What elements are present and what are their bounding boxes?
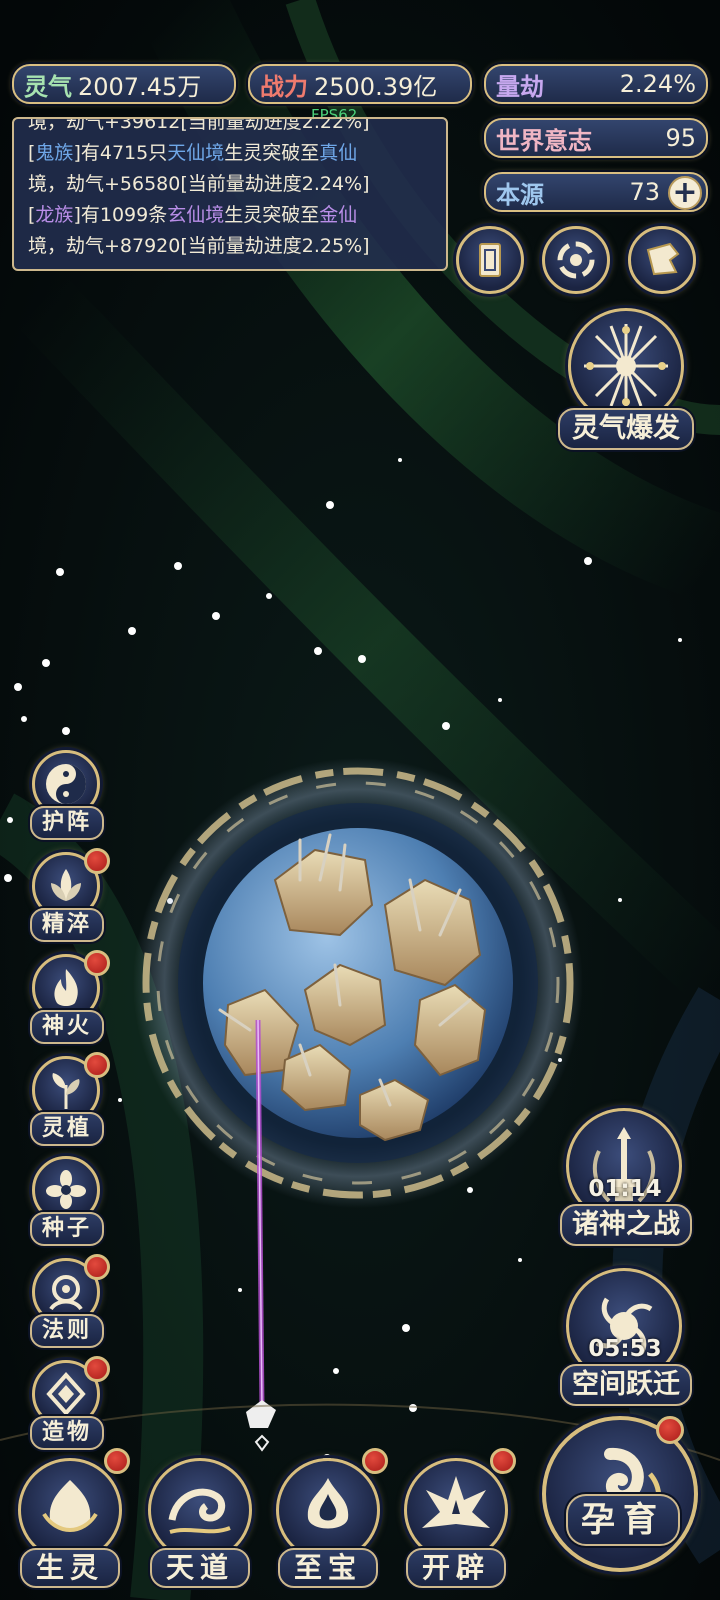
nav-ring [18, 1458, 122, 1562]
menu-law[interactable]: 法则 [26, 1254, 110, 1350]
log-realm: 金仙 [319, 204, 358, 226]
plant-icon [52, 1073, 80, 1109]
menu-spirit-plant[interactable]: 灵植 [26, 1052, 110, 1148]
nav-ring [276, 1458, 380, 1562]
notification-badge [362, 1448, 388, 1474]
flame-icon [54, 969, 78, 1006]
log-text: 境，劫气+87920[当前量劫进度2.25%] [28, 235, 370, 257]
yinyang-icon [46, 764, 86, 804]
starburst-icon [584, 324, 668, 408]
log-text: 生灵突破至 [224, 204, 320, 226]
world-will-label: 世界意志 [496, 126, 592, 155]
log-line: 境，劫气+87920[当前量劫进度2.25%] [28, 231, 436, 262]
vortex-icon [557, 241, 595, 279]
genesis-icon [422, 1476, 490, 1528]
aura-burst-button[interactable] [568, 308, 684, 424]
vortex-button[interactable] [542, 226, 610, 294]
log-text: 境，劫气+39612[当前量劫进度2.22%] [28, 117, 370, 133]
notification-badge [104, 1448, 130, 1474]
war-of-gods-timer: 01:14 [588, 1176, 662, 1202]
log-text: 有4715只 [80, 142, 168, 164]
menu-divine-fire[interactable]: 神火 [26, 950, 110, 1046]
log-realm: 真仙 [319, 142, 358, 164]
log-text: 生灵突破至 [224, 142, 320, 164]
menu-seed[interactable]: 种子 [26, 1156, 108, 1248]
log-bracket-close: ] [73, 142, 81, 164]
card-button[interactable] [456, 226, 524, 294]
war-of-gods-label[interactable]: 诸神之战 [560, 1204, 692, 1246]
nav-ring [148, 1458, 252, 1562]
notification-badge [84, 1052, 110, 1078]
nav-label: 至宝 [278, 1548, 378, 1588]
nav-treasure[interactable]: 至宝 [268, 1440, 388, 1590]
flag-icon [646, 242, 680, 276]
liangjie-label: 量劫 [496, 72, 544, 101]
menu-creation[interactable]: 造物 [26, 1356, 110, 1452]
nav-creatures[interactable]: 生灵 [10, 1440, 130, 1590]
nav-heaven-dao[interactable]: 天道 [140, 1440, 258, 1590]
notification-badge [84, 950, 110, 976]
treasure-icon [307, 1478, 349, 1529]
liangjie-stat: 量劫 2.24% [484, 64, 708, 104]
notification-badge [656, 1416, 684, 1444]
nav-label: 生灵 [20, 1548, 120, 1588]
log-text: 有1099条 [80, 204, 168, 226]
menu-guard-array[interactable]: 护阵 [26, 750, 108, 842]
nav-label: 开辟 [406, 1548, 506, 1588]
aura-burst-label[interactable]: 灵气爆发 [558, 408, 694, 450]
log-line: 境，劫气+56580[当前量劫进度2.24%] [28, 169, 436, 200]
log-race: 鬼族 [35, 142, 74, 164]
menu-label: 灵植 [30, 1112, 104, 1146]
lotus-icon [51, 869, 81, 901]
world-will-value: 95 [665, 124, 696, 152]
zhanli-value: 2500.39亿 [314, 72, 438, 101]
log-line: [龙族]有1099条玄仙境生灵突破至金仙 [28, 200, 436, 231]
log-line: 境，劫气+39612[当前量劫进度2.22%] [28, 117, 436, 138]
benyuan-plus-button[interactable]: + [668, 176, 702, 210]
menu-refine[interactable]: 精淬 [26, 848, 110, 944]
incubate-label[interactable]: 孕育 [566, 1494, 680, 1546]
menu-label: 精淬 [30, 908, 104, 942]
benyuan-value: 73 [629, 178, 660, 206]
lingqi-stat: 灵气 2007.45万 [12, 64, 236, 104]
crystal-icon [46, 1372, 86, 1416]
zhanli-label: 战力 [260, 72, 308, 101]
rune-icon [49, 1275, 83, 1311]
space-jump-label[interactable]: 空间跃迁 [560, 1364, 692, 1406]
flag-button[interactable] [628, 226, 696, 294]
notification-badge [84, 1254, 110, 1280]
wave-icon [168, 1488, 231, 1534]
benyuan-label: 本源 [496, 180, 544, 209]
space-jump-timer: 05:53 [588, 1336, 662, 1362]
log-line: [鬼族]有4715只天仙境生灵突破至真仙 [28, 138, 436, 169]
benyuan-stat: 本源 73 + [484, 172, 708, 212]
log-text: 境，劫气+56580[当前量劫进度2.24%] [28, 173, 370, 195]
log-bracket-close: ] [73, 204, 81, 226]
seed-icon [46, 1170, 86, 1209]
nav-ring [404, 1458, 508, 1562]
lingqi-label: 灵气 [24, 72, 72, 101]
card-icon [479, 243, 501, 277]
event-log[interactable]: 境，劫气+39612[当前量劫进度2.22%] [鬼族]有4715只天仙境生灵突… [12, 117, 448, 271]
creature-icon [42, 1480, 98, 1532]
menu-label: 神火 [30, 1010, 104, 1044]
world-will-stat: 世界意志 95 [484, 118, 708, 158]
liangjie-value: 2.24% [619, 70, 696, 98]
menu-label: 护阵 [30, 806, 104, 840]
log-realm: 玄仙境 [167, 204, 225, 226]
nav-genesis[interactable]: 开辟 [396, 1440, 516, 1590]
zhanli-stat: 战力 2500.39亿 [248, 64, 472, 104]
log-race: 龙族 [35, 204, 74, 226]
lingqi-value: 2007.45万 [78, 72, 202, 101]
menu-label: 种子 [30, 1212, 104, 1246]
menu-label: 法则 [30, 1314, 104, 1348]
notification-badge [490, 1448, 516, 1474]
log-realm: 天仙境 [167, 142, 225, 164]
notification-badge [84, 848, 110, 874]
notification-badge [84, 1356, 110, 1382]
nav-label: 天道 [150, 1548, 250, 1588]
